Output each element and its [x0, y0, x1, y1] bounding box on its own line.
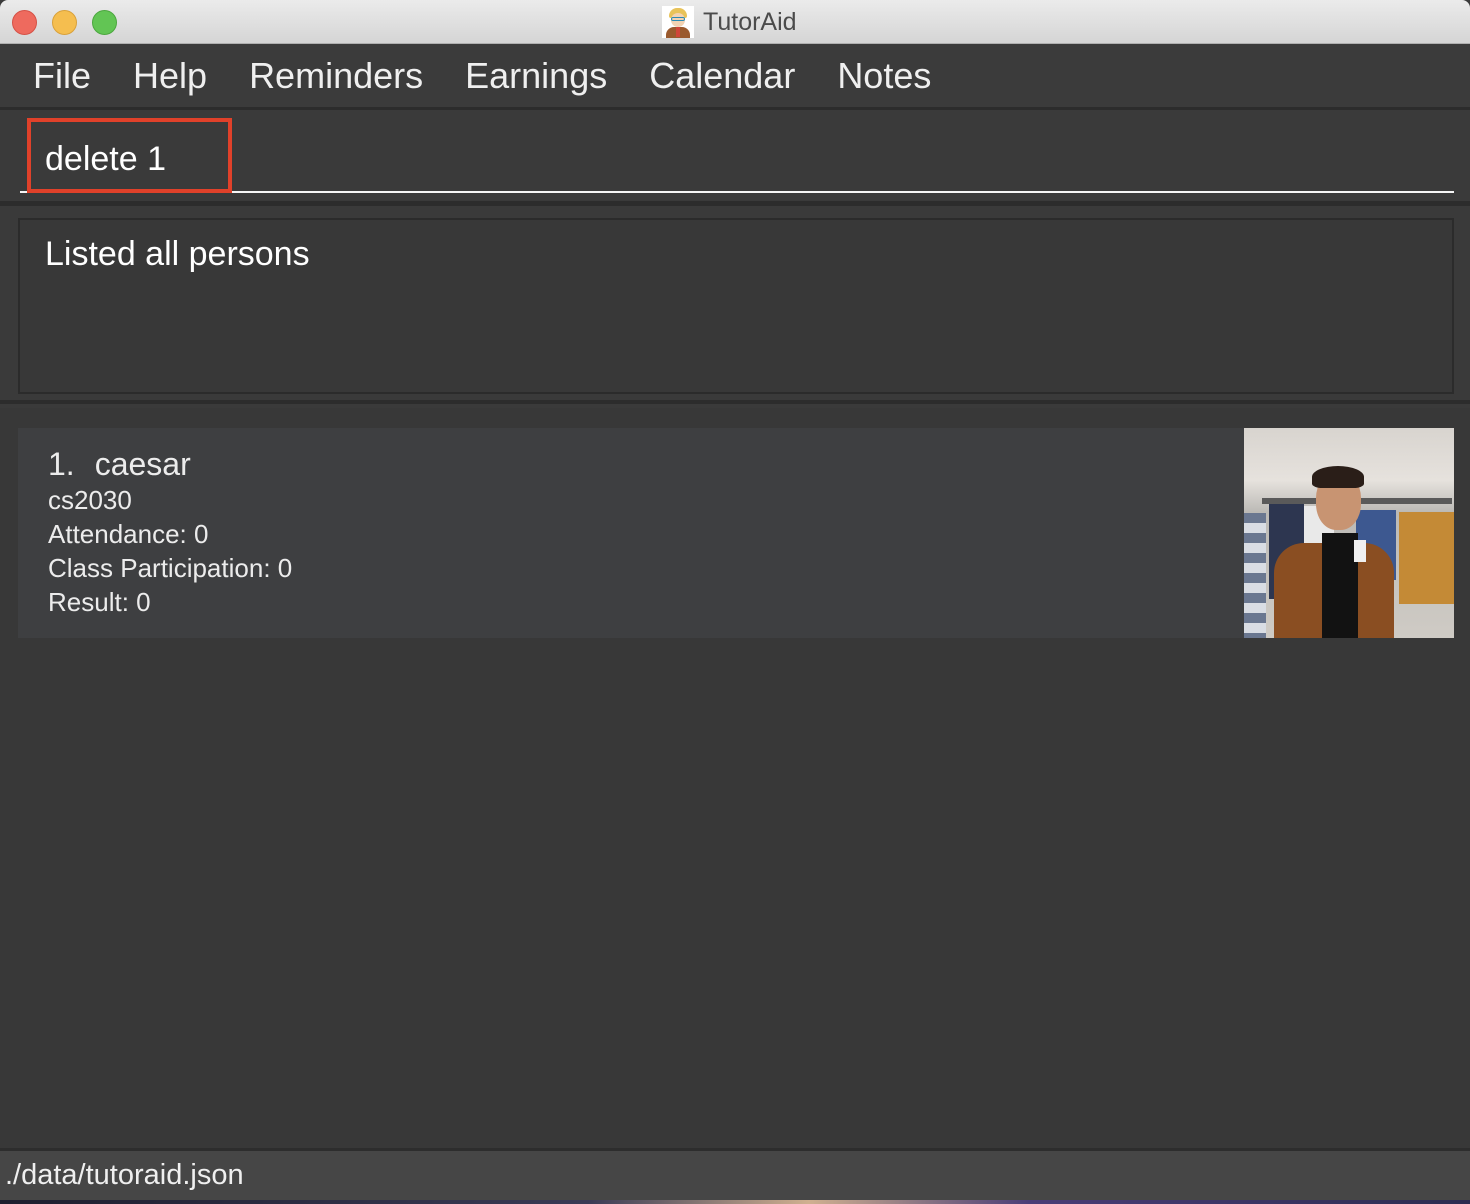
person-result: Result: 0 [48, 587, 151, 617]
person-info: 1. caesar cs2030 Attendance: 0 Class Par… [48, 446, 292, 619]
status-bar: ./data/tutoraid.json [0, 1148, 1470, 1200]
menu-bar: File Help Reminders Earnings Calendar No… [0, 44, 1470, 110]
maximize-window-button[interactable] [92, 10, 117, 35]
tutor-avatar-icon [662, 6, 694, 38]
person-list[interactable]: 1. caesar cs2030 Attendance: 0 Class Par… [0, 408, 1470, 1148]
person-name-row: 1. caesar [48, 446, 292, 483]
person-card[interactable]: 1. caesar cs2030 Attendance: 0 Class Par… [18, 428, 1454, 638]
window-title: TutorAid [703, 7, 797, 36]
person-name: caesar [94, 446, 191, 482]
menu-file[interactable]: File [33, 55, 91, 97]
window-title-group: TutorAid [662, 6, 797, 38]
menu-calendar[interactable]: Calendar [649, 55, 795, 97]
menu-earnings[interactable]: Earnings [465, 55, 607, 97]
minimize-window-button[interactable] [52, 10, 77, 35]
result-display-area: Listed all persons [0, 206, 1470, 404]
command-input[interactable] [20, 123, 1454, 193]
menu-notes[interactable]: Notes [837, 55, 931, 97]
data-file-path: ./data/tutoraid.json [5, 1159, 244, 1191]
title-bar: TutorAid [0, 0, 1470, 44]
person-index: 1. [48, 446, 75, 482]
menu-help[interactable]: Help [133, 55, 207, 97]
desktop-background-strip [0, 1200, 1470, 1204]
close-window-button[interactable] [12, 10, 37, 35]
student-photo [1244, 428, 1454, 638]
person-attendance: Attendance: 0 [48, 519, 209, 549]
menu-reminders[interactable]: Reminders [249, 55, 423, 97]
command-box-area [0, 113, 1470, 206]
person-participation: Class Participation: 0 [48, 553, 293, 583]
person-module: cs2030 [48, 485, 132, 515]
result-message: Listed all persons [18, 218, 1454, 394]
